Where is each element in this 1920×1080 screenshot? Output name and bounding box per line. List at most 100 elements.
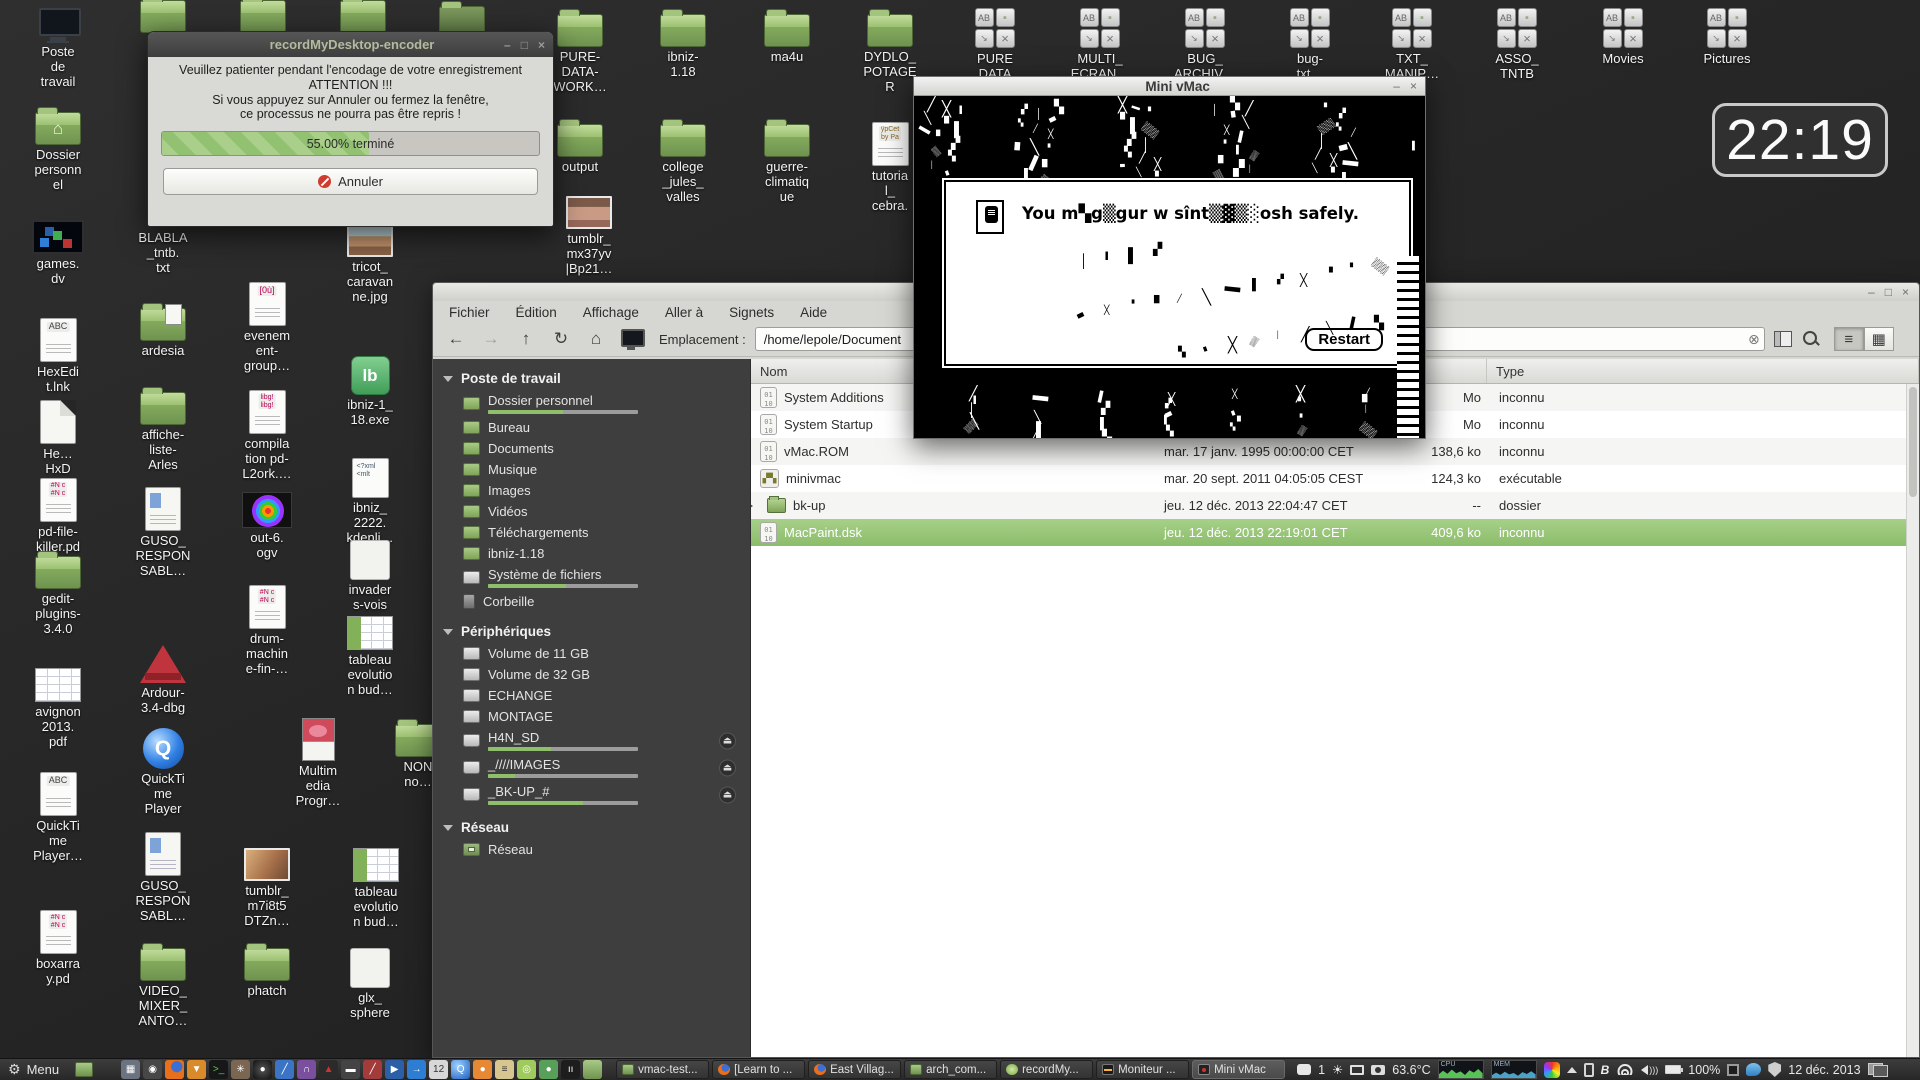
- home-button[interactable]: ⌂: [583, 327, 609, 351]
- close-icon[interactable]: ×: [1902, 286, 1909, 298]
- sidebar-item-bk-up[interactable]: _BK-UP_#⏏: [433, 781, 750, 808]
- restart-button[interactable]: Restart: [1305, 328, 1383, 351]
- desktop-icon-hexedi[interactable]: HexEdi t.lnk: [10, 318, 106, 395]
- desktop-icon-multi[interactable]: MULTI_ ECRAN…: [1052, 8, 1148, 82]
- desktop-icon-guso[interactable]: GUSO_ RESPON SABL…: [115, 832, 211, 924]
- desktop-icon-pictures[interactable]: Pictures: [1679, 8, 1775, 67]
- menu-button[interactable]: ⚙ Menu: [0, 1059, 69, 1080]
- desktop-icon-asso[interactable]: ASSO_ TNTB: [1469, 8, 1565, 82]
- scrollbar-thumb[interactable]: [1909, 387, 1917, 497]
- launcher-package-manager-icon[interactable]: ▼: [187, 1060, 206, 1079]
- cancel-button[interactable]: Annuler: [163, 168, 538, 195]
- checkbox-tray-icon[interactable]: [1727, 1064, 1739, 1076]
- desktop-icon-ma4u[interactable]: ma4u: [739, 14, 835, 65]
- wifi-icon[interactable]: [1616, 1064, 1634, 1075]
- cpu-graph[interactable]: CPU: [1438, 1060, 1484, 1079]
- desktop-icon-guso[interactable]: GUSO_ RESPON SABL…: [115, 487, 211, 579]
- desktop-icon-quickti[interactable]: QuickTi me Player…: [10, 772, 106, 864]
- desktop-icon-tumblr[interactable]: tumblr_ mx37yv |Bp21…: [541, 196, 637, 277]
- minimize-icon[interactable]: –: [504, 39, 511, 51]
- sidebar-item-volume-de-11-gb[interactable]: Volume de 11 GB: [433, 643, 750, 664]
- desktop-icon-dossier[interactable]: Dossier personn el: [10, 112, 106, 193]
- encoder-titlebar[interactable]: recordMyDesktop-encoder – □ ×: [148, 32, 553, 57]
- desktop-icon-games[interactable]: games. dv: [10, 220, 106, 287]
- desktop-icon-folder[interactable]: [315, 0, 411, 33]
- bird-app-icon[interactable]: [1746, 1063, 1761, 1076]
- launcher-firefox-icon[interactable]: [165, 1060, 184, 1079]
- launcher-terminal-icon[interactable]: >_: [209, 1060, 228, 1079]
- sidebar-item-ibniz-1-18[interactable]: ibniz-1.18: [433, 543, 750, 564]
- launcher-screenshot-icon[interactable]: ◉: [143, 1060, 162, 1079]
- table-row-macpaint-dsk[interactable]: MacPaint.dskjeu. 12 déc. 2013 22:19:01 C…: [751, 519, 1919, 546]
- launcher-audio-meter-icon[interactable]: ıı: [561, 1060, 580, 1079]
- table-row-vmac-rom[interactable]: vMac.ROMmar. 17 janv. 1995 00:00:00 CET1…: [751, 438, 1919, 465]
- compact-view-button[interactable]: ▦: [1864, 327, 1894, 351]
- desktop-icon-tableau[interactable]: tableau evolutio n bud…: [322, 616, 418, 698]
- volume-icon[interactable]: ))): [1641, 1065, 1658, 1075]
- desktop-icon-boxarra[interactable]: boxarra y.pd: [10, 910, 106, 987]
- desktop-icon-ibniz[interactable]: ibniz- 1.18: [635, 14, 731, 80]
- clear-location-icon[interactable]: ⊗: [1748, 331, 1760, 348]
- split-pane-icon[interactable]: [1774, 331, 1792, 347]
- desktop-icon-video[interactable]: VIDEO_ MIXER_ ANTO…: [115, 948, 211, 1029]
- sidebar-item-t-l-chargements[interactable]: Téléchargements: [433, 522, 750, 543]
- table-row-minivmac[interactable]: minivmacmar. 20 sept. 2011 04:05:05 CEST…: [751, 465, 1919, 492]
- taskbar-window-vmac-test[interactable]: vmac-test...: [616, 1060, 709, 1079]
- table-row-bk-up[interactable]: bk-upjeu. 12 déc. 2013 22:04:47 CET--dos…: [751, 492, 1919, 519]
- sidebar-item-bureau[interactable]: Bureau: [433, 417, 750, 438]
- taskbar-window-recordmy[interactable]: recordMy...: [1000, 1060, 1093, 1079]
- back-button[interactable]: ←: [443, 327, 469, 351]
- launcher-video-editor-icon[interactable]: ▬: [341, 1060, 360, 1079]
- desktop-icon-quickti[interactable]: QuickTi me Player: [115, 728, 211, 817]
- desktop-icon-ardour[interactable]: Ardour- 3.4-dbg: [115, 645, 211, 716]
- launcher-headphones-icon[interactable]: ∩: [297, 1060, 316, 1079]
- launcher-quicktime-icon[interactable]: Q: [451, 1060, 470, 1079]
- launcher-paint-icon[interactable]: ╱: [363, 1060, 382, 1079]
- sidebar-item-vid-os[interactable]: Vidéos: [433, 501, 750, 522]
- show-desktop-button[interactable]: [75, 1062, 93, 1077]
- maximize-icon[interactable]: □: [521, 39, 528, 51]
- close-icon[interactable]: ×: [1410, 80, 1417, 92]
- desktop-icon-bug[interactable]: bug- txt…: [1262, 8, 1358, 82]
- color-wheel-icon[interactable]: [1544, 1062, 1560, 1078]
- desktop-icon-out-6[interactable]: out-6. ogv: [219, 492, 315, 561]
- emulator-screen[interactable]: ▐╳╱▚▒▌▝╲▖│▞▘▐╳╱▚▒▌▝╲▖│▞▘▐╳╱▚▒▌▝╲▖│▞▘▐╳╱▚…: [914, 96, 1425, 438]
- launcher-spheres-icon[interactable]: ●: [539, 1060, 558, 1079]
- search-icon[interactable]: [1801, 329, 1821, 349]
- taskbar-window-east-villag[interactable]: East Villag...: [808, 1060, 901, 1079]
- eject-icon[interactable]: ⏏: [719, 732, 736, 749]
- launcher-pencil-icon[interactable]: ╱: [275, 1060, 294, 1079]
- bluetooth-icon[interactable]: B: [1601, 1063, 1610, 1077]
- sidebar-item-musique[interactable]: Musique: [433, 459, 750, 480]
- launcher-notes-icon[interactable]: ≡: [495, 1060, 514, 1079]
- menu-aller[interactable]: Aller à: [665, 305, 703, 320]
- launcher-orange-icon[interactable]: ●: [473, 1060, 492, 1079]
- desktop-icon-drum[interactable]: drum- machin e-fin-…: [219, 585, 315, 677]
- sidebar-item-r-seau[interactable]: Réseau: [433, 839, 750, 860]
- sidebar-item-images[interactable]: Images: [433, 480, 750, 501]
- sidebar-section-header[interactable]: Poste de travail: [433, 367, 750, 390]
- desktop-icon-glx[interactable]: glx_ sphere: [322, 948, 418, 1021]
- up-button[interactable]: ↑: [513, 327, 539, 351]
- desktop-icon-movies[interactable]: Movies: [1575, 8, 1671, 67]
- desktop-icon-ibniz[interactable]: ibniz_ 2222. kdenli…: [322, 458, 418, 546]
- desktop-icon-guerre[interactable]: guerre- climatiq ue: [739, 124, 835, 205]
- refresh-button[interactable]: ↻: [548, 327, 574, 351]
- scrollbar[interactable]: [1906, 384, 1919, 1057]
- sidebar-section-header[interactable]: Périphériques: [433, 620, 750, 643]
- launcher-l2ork-icon[interactable]: 12: [429, 1060, 448, 1079]
- minimize-icon[interactable]: –: [1868, 286, 1875, 298]
- launcher-calculator-icon[interactable]: ▦: [121, 1060, 140, 1079]
- notifications-icon[interactable]: [1297, 1064, 1311, 1075]
- desktop-icon-he[interactable]: He… HxD: [10, 400, 106, 477]
- desktop-icon-pd-file[interactable]: pd-file- killer.pd: [10, 478, 106, 555]
- launcher-ardour-icon[interactable]: ▲: [319, 1060, 338, 1079]
- sidebar-item-documents[interactable]: Documents: [433, 438, 750, 459]
- sidebar-item-volume-de-32-gb[interactable]: Volume de 32 GB: [433, 664, 750, 685]
- desktop-icon-compila[interactable]: compila tion pd- L2ork.…: [219, 390, 315, 482]
- sidebar-item-dossier-personnel[interactable]: Dossier personnel: [433, 390, 750, 417]
- maximize-icon[interactable]: □: [1885, 286, 1892, 298]
- expander-icon[interactable]: [751, 501, 753, 511]
- sidebar-item-corbeille[interactable]: Corbeille: [433, 591, 750, 612]
- menu-affichage[interactable]: Affichage: [583, 305, 639, 320]
